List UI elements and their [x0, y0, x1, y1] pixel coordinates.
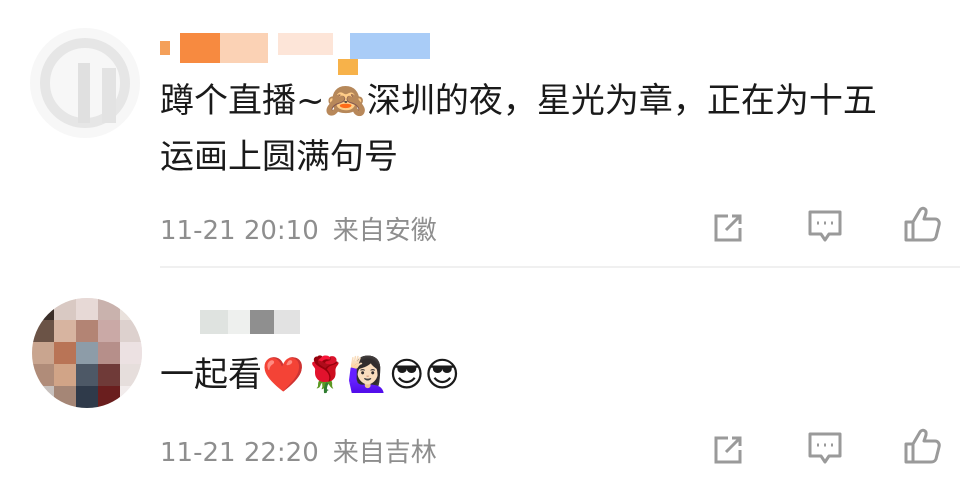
- username-blurred[interactable]: [200, 310, 300, 334]
- comment-item: 一起看❤️🌹🙋🏻‍♀️😎😎 11-21 22:20 来自吉林: [0, 268, 960, 491]
- location: 来自安徽: [332, 216, 437, 246]
- share-icon[interactable]: [708, 208, 748, 248]
- comment-icon[interactable]: [805, 428, 845, 468]
- share-icon[interactable]: [708, 430, 748, 470]
- timestamp: 11-21 20:10: [160, 216, 319, 246]
- comment-text-continued: 运画上圆满句号: [160, 137, 398, 177]
- username-blurred[interactable]: [160, 33, 430, 75]
- comment-meta: 11-21 22:20 来自吉林: [160, 432, 437, 469]
- like-icon[interactable]: [902, 426, 942, 466]
- comment-text: 蹲个直播~🙈深圳的夜，星光为章，正在为十五: [160, 81, 877, 121]
- comment-text: 一起看❤️🌹🙋🏻‍♀️😎😎: [160, 355, 460, 395]
- comment-icon[interactable]: [805, 206, 845, 246]
- location: 来自吉林: [332, 438, 437, 468]
- avatar[interactable]: [30, 28, 140, 138]
- avatar[interactable]: [32, 298, 142, 408]
- comment-meta: 11-21 20:10 来自安徽: [160, 210, 437, 247]
- timestamp: 11-21 22:20: [160, 438, 319, 468]
- like-icon[interactable]: [902, 204, 942, 244]
- comment-item: 蹲个直播~🙈深圳的夜，星光为章，正在为十五 运画上圆满句号 11-21 20:1…: [0, 0, 960, 266]
